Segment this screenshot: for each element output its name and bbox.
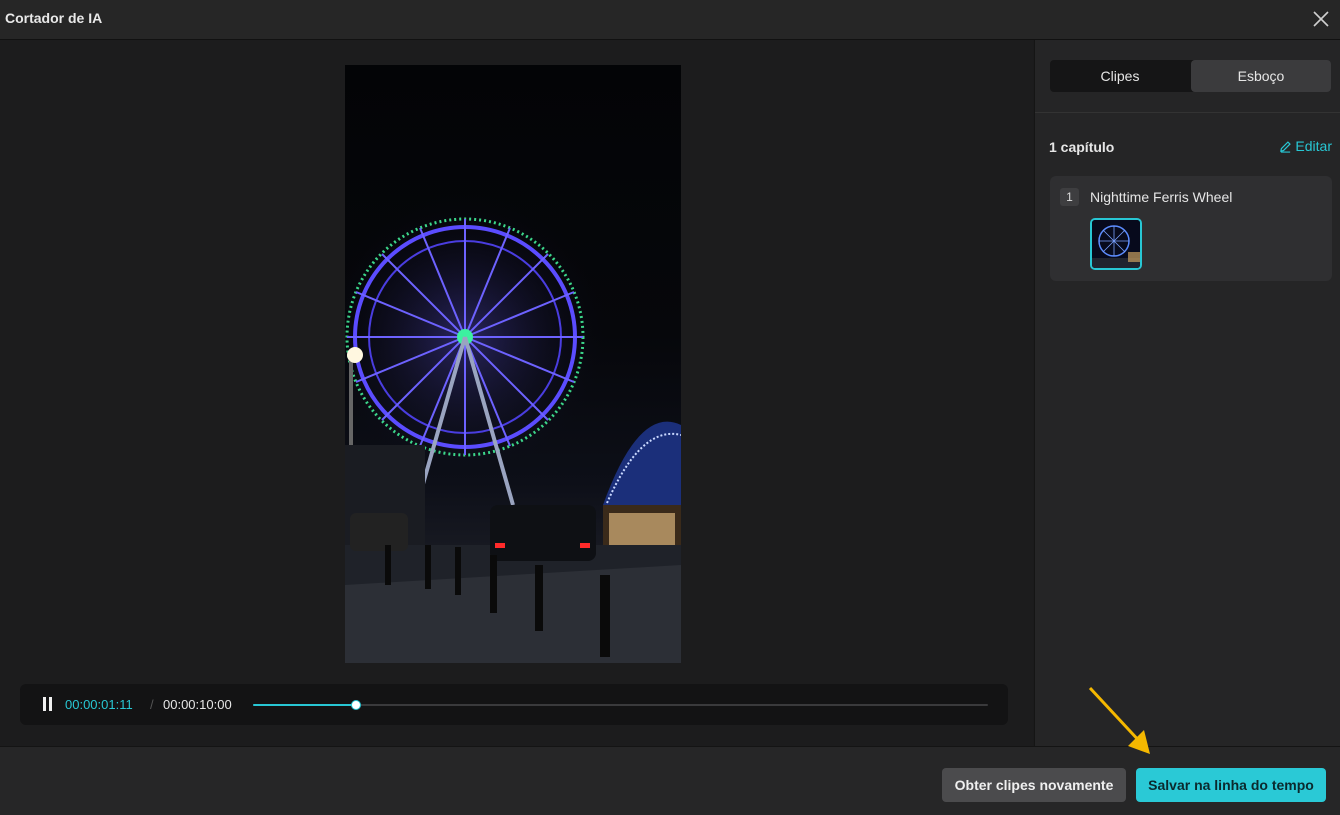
pause-button[interactable]: [40, 697, 54, 712]
tab-clips[interactable]: Clipes: [1050, 60, 1190, 92]
playback-bar: 00:00:01:11 / 00:00:10:00: [20, 684, 1008, 725]
footer-bar: Obter clipes novamente Salvar na linha d…: [0, 746, 1340, 815]
progress-fill: [253, 704, 356, 706]
chapter-title: Nighttime Ferris Wheel: [1090, 189, 1233, 205]
chapter-number: 1: [1060, 188, 1079, 206]
progress-thumb[interactable]: [350, 700, 361, 710]
time-separator: /: [150, 697, 154, 712]
title-bar: Cortador de IA: [0, 0, 1340, 40]
video-preview[interactable]: [345, 65, 681, 663]
progress-track[interactable]: [253, 700, 988, 710]
chapter-count: 1 capítulo: [1049, 139, 1115, 155]
tab-outline[interactable]: Esboço: [1191, 60, 1331, 92]
save-to-timeline-button[interactable]: Salvar na linha do tempo: [1136, 768, 1326, 802]
regenerate-clips-button[interactable]: Obter clipes novamente: [942, 768, 1126, 802]
pause-icon-bar: [49, 697, 52, 711]
window-title: Cortador de IA: [5, 10, 103, 26]
ferris-wheel-thumbnail: [1092, 220, 1140, 268]
chapter-card[interactable]: 1 Nighttime Ferris Wheel: [1050, 176, 1332, 281]
close-button[interactable]: [1310, 8, 1332, 30]
preview-area: 00:00:01:11 / 00:00:10:00: [0, 40, 1033, 746]
close-icon: [1313, 11, 1329, 27]
pencil-icon: [1280, 141, 1292, 153]
panel-divider: [1035, 112, 1340, 113]
total-time: 00:00:10:00: [163, 697, 232, 712]
chapter-thumbnail[interactable]: [1090, 218, 1142, 270]
current-time: 00:00:01:11: [65, 697, 133, 712]
pause-icon: [43, 697, 46, 711]
edit-label: Editar: [1295, 138, 1332, 154]
ferris-wheel-image: [345, 187, 681, 663]
outline-panel: Clipes Esboço 1 capítulo Editar 1 Nightt…: [1034, 40, 1340, 746]
tab-bar: Clipes Esboço: [1050, 60, 1331, 92]
edit-button[interactable]: Editar: [1279, 138, 1332, 154]
